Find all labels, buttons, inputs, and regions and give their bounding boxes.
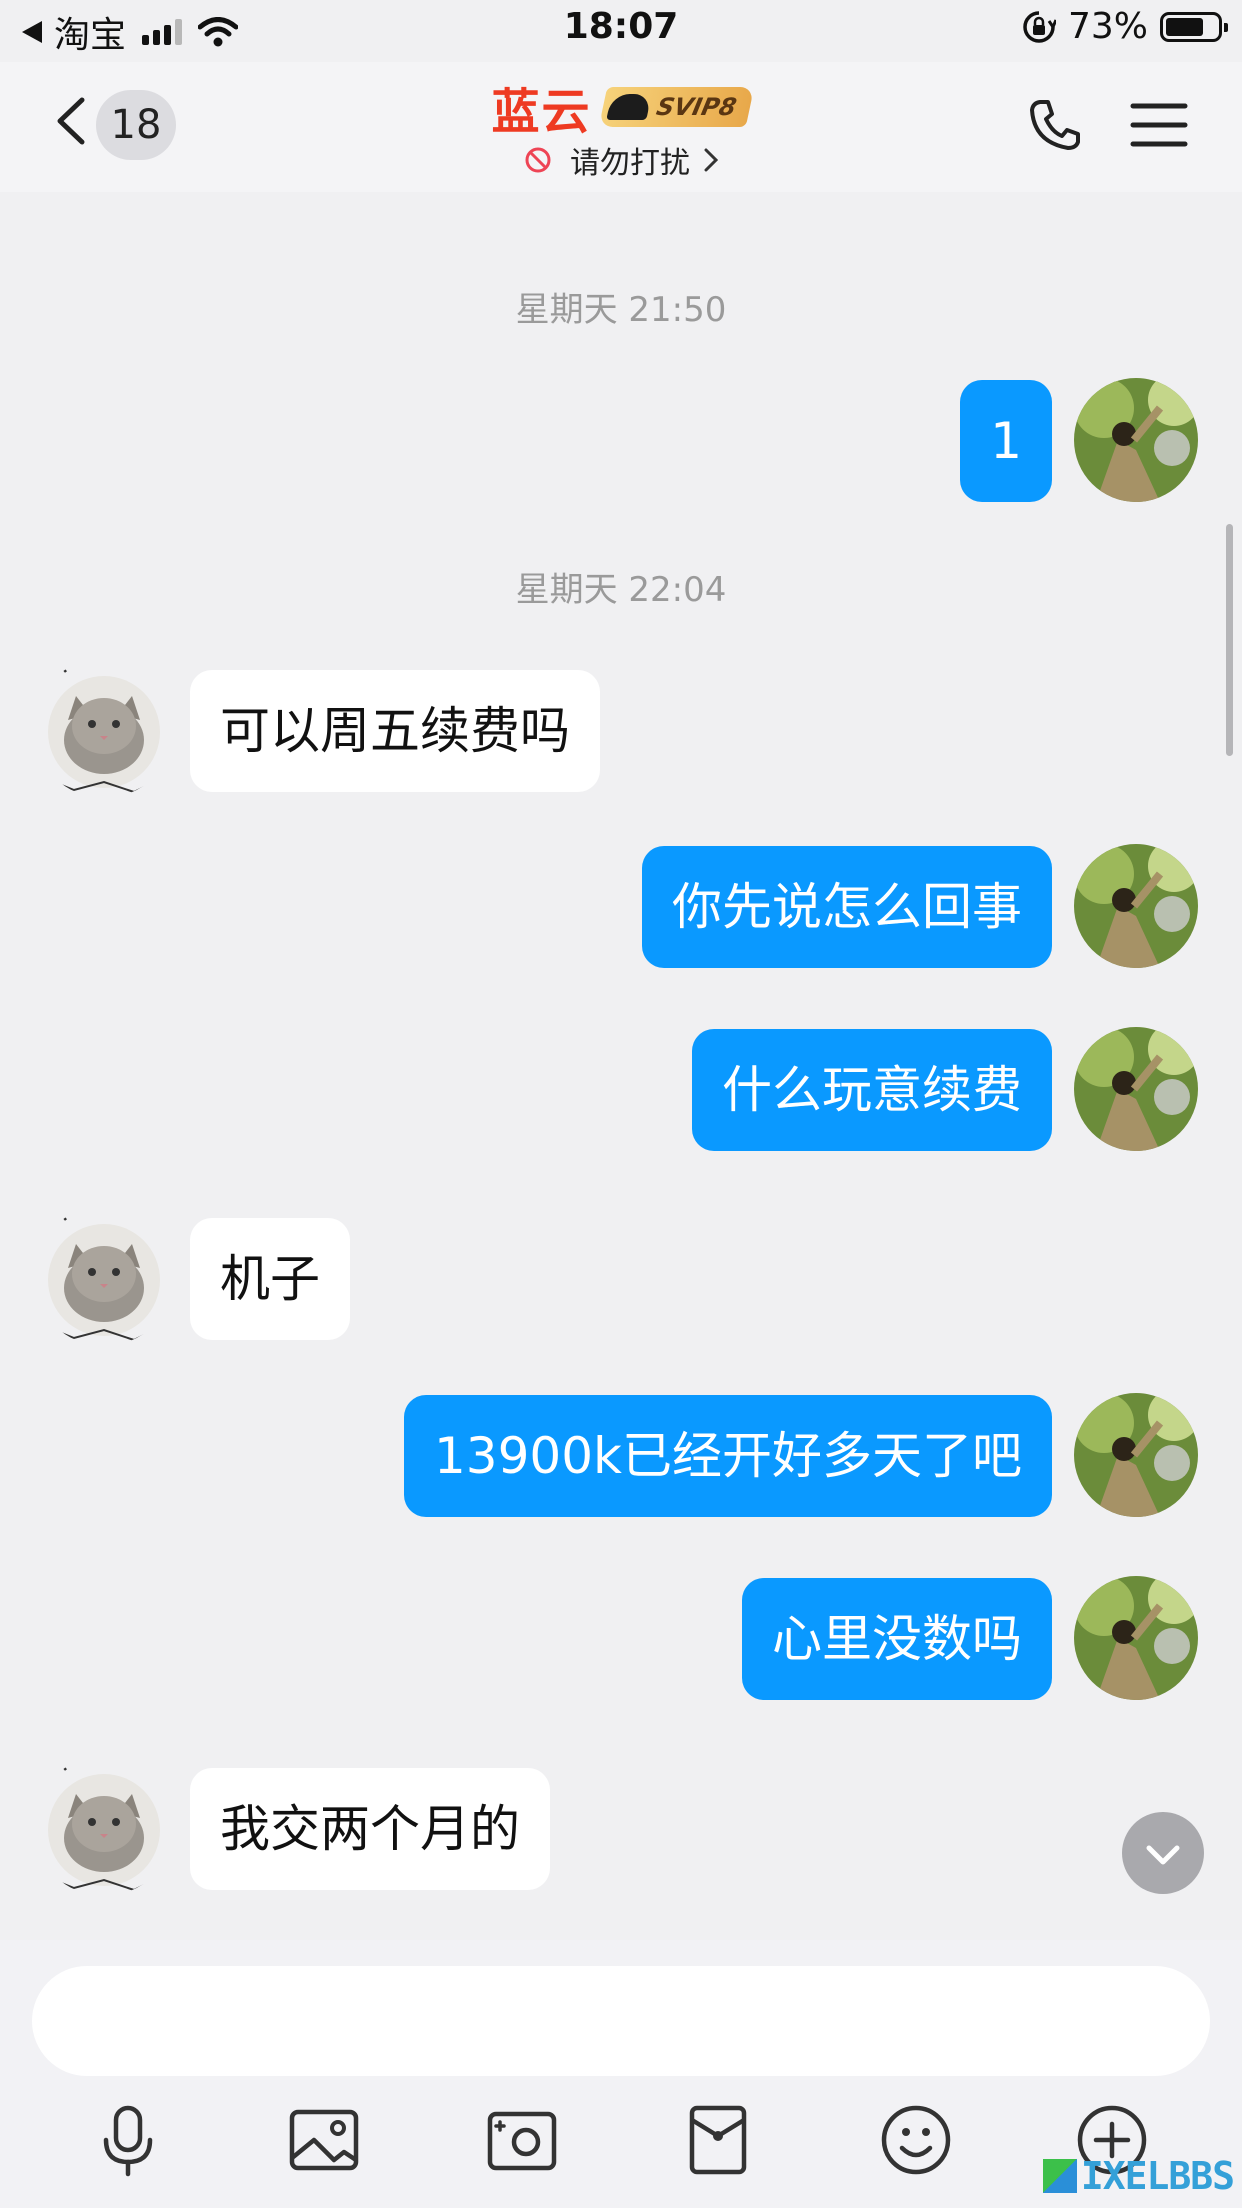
pixel-logo-icon	[1042, 2159, 1077, 2193]
svip-badge: SVIP8	[599, 87, 755, 127]
outgoing-message-bubble[interactable]: 心里没数吗	[742, 1578, 1052, 1700]
chevron-right-icon	[704, 148, 718, 172]
incoming-message-bubble[interactable]: 机子	[190, 1218, 350, 1340]
chevron-down-icon	[1146, 1845, 1180, 1865]
outgoing-message-bubble[interactable]: 你先说怎么回事	[642, 846, 1052, 968]
menu-icon[interactable]	[1130, 100, 1188, 150]
red-packet-icon[interactable]	[678, 2100, 758, 2180]
do-not-disturb-label: 请勿打扰	[570, 146, 690, 181]
outgoing-message-bubble[interactable]: 什么玩意续费	[692, 1029, 1052, 1151]
status-bar: 淘宝 18:07 73%	[0, 0, 1242, 62]
message-input[interactable]	[32, 1966, 1210, 2076]
svip-label: SVIP8	[654, 93, 740, 121]
photo-icon[interactable]	[284, 2100, 364, 2180]
message-row: 机子	[0, 1206, 1242, 1346]
contact-avatar[interactable]	[34, 1756, 174, 1896]
message-row: 我交两个月的	[0, 1756, 1242, 1896]
message-row: 可以周五续费吗	[0, 658, 1242, 798]
battery-icon	[1160, 11, 1228, 42]
message-timestamp: 星期天 22:04	[515, 570, 727, 610]
my-avatar[interactable]	[1074, 378, 1198, 502]
message-row: 你先说怎么回事	[0, 844, 1242, 968]
message-timestamp: 星期天 21:50	[515, 290, 727, 330]
helmet-icon	[606, 94, 653, 120]
outgoing-message-bubble[interactable]: 13900k已经开好多天了吧	[403, 1395, 1052, 1517]
scroll-to-bottom-button[interactable]	[1122, 1812, 1204, 1894]
contact-name[interactable]: 蓝云	[491, 72, 591, 142]
chat-header: 18 蓝云 SVIP8 请勿打扰	[0, 62, 1242, 192]
chat-scrollbar[interactable]	[1226, 524, 1233, 756]
contact-avatar[interactable]	[34, 658, 174, 798]
message-row: 什么玩意续费	[0, 1027, 1242, 1151]
incoming-message-bubble[interactable]: 可以周五续费吗	[190, 670, 600, 792]
message-row: 13900k已经开好多天了吧	[0, 1393, 1242, 1517]
emoji-icon[interactable]	[876, 2100, 956, 2180]
do-not-disturb-icon	[525, 147, 551, 173]
chat-history[interactable]: 星期天 21:50 1 星期天 22:04 可以周五续费吗 你先说怎么回事 什么…	[0, 192, 1242, 1940]
my-avatar[interactable]	[1074, 1576, 1198, 1700]
my-avatar[interactable]	[1074, 1393, 1198, 1517]
composer: IXELBBS	[0, 1940, 1242, 2208]
contact-avatar[interactable]	[34, 1206, 174, 1346]
message-row: 1	[0, 378, 1242, 502]
microphone-icon[interactable]	[88, 2100, 168, 2180]
my-avatar[interactable]	[1074, 1027, 1198, 1151]
orientation-lock-icon	[1023, 10, 1056, 43]
battery-percent: 73%	[1067, 6, 1148, 47]
message-row: 心里没数吗	[0, 1576, 1242, 1700]
outgoing-message-bubble[interactable]: 1	[960, 380, 1052, 502]
watermark-logo: IXELBBS	[1042, 2154, 1235, 2198]
phone-icon[interactable]	[1026, 96, 1084, 154]
camera-icon[interactable]	[482, 2100, 562, 2180]
my-avatar[interactable]	[1074, 844, 1198, 968]
watermark-text: IXELBBS	[1080, 2154, 1235, 2198]
incoming-message-bubble[interactable]: 我交两个月的	[190, 1768, 550, 1890]
